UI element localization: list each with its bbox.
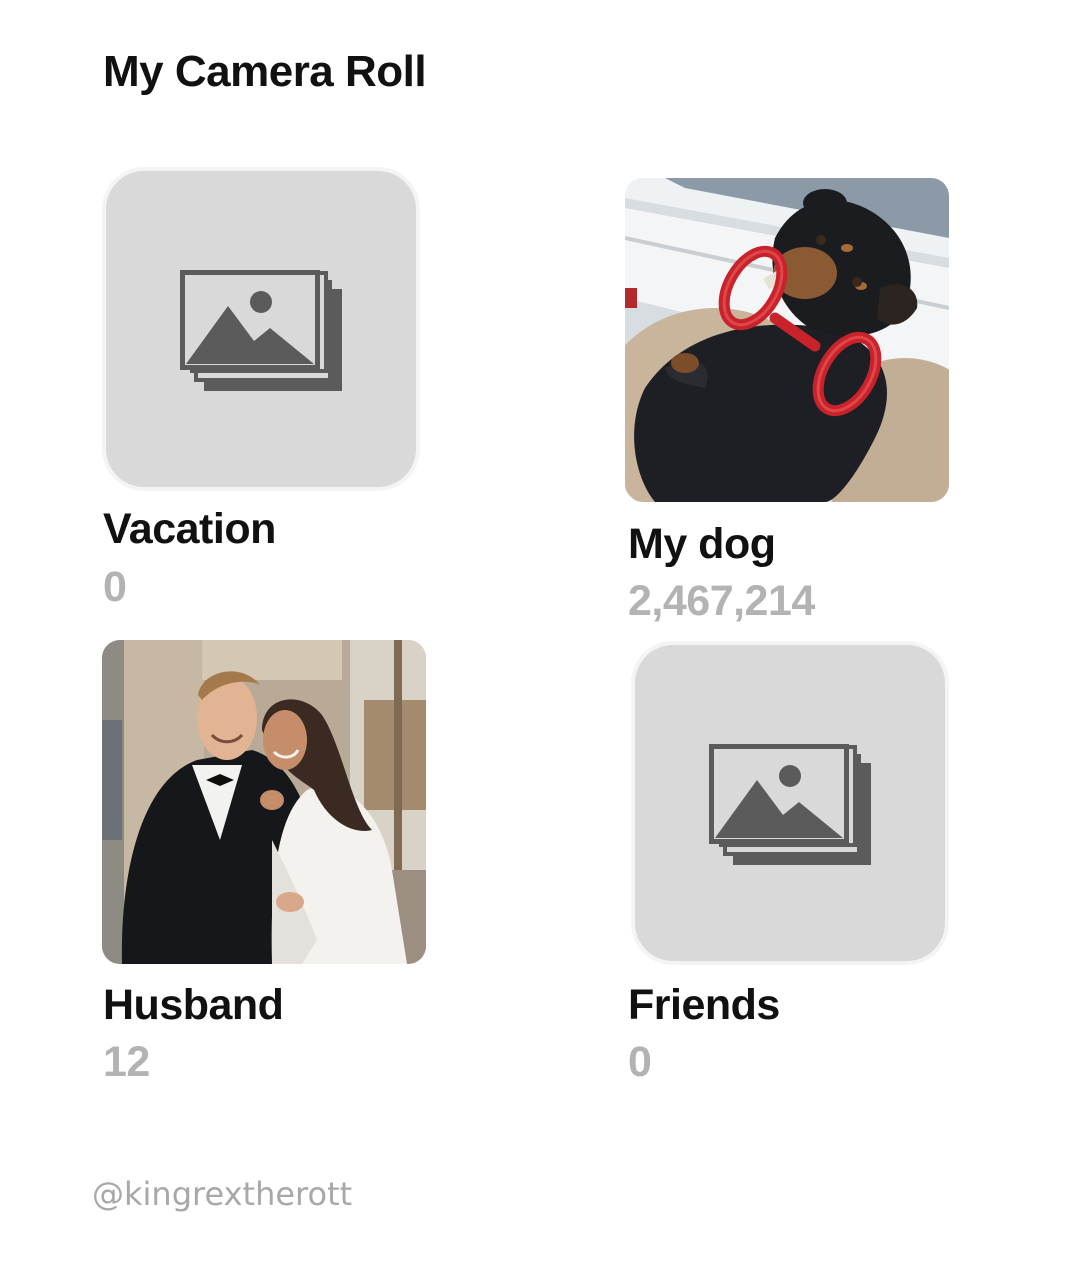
album-count: 0 <box>628 1038 652 1086</box>
couple-photo <box>102 640 426 964</box>
album-name: Friends <box>628 981 780 1029</box>
album-name: Vacation <box>103 505 276 553</box>
album-name: My dog <box>628 520 776 568</box>
album-thumbnail[interactable] <box>106 171 416 487</box>
album-count: 12 <box>103 1038 150 1086</box>
album-thumbnail[interactable] <box>625 178 949 502</box>
watermark: @kingrextherott <box>92 1175 353 1213</box>
dog-photo <box>625 178 949 502</box>
photo-stack-placeholder-icon <box>180 270 342 391</box>
page-title: My Camera Roll <box>103 47 427 96</box>
album-thumbnail[interactable] <box>102 640 426 964</box>
album-count: 2,467,214 <box>628 577 815 625</box>
album-thumbnail[interactable] <box>635 645 945 961</box>
photo-stack-placeholder-icon <box>709 744 871 865</box>
album-name: Husband <box>103 981 284 1029</box>
album-count: 0 <box>103 563 127 611</box>
